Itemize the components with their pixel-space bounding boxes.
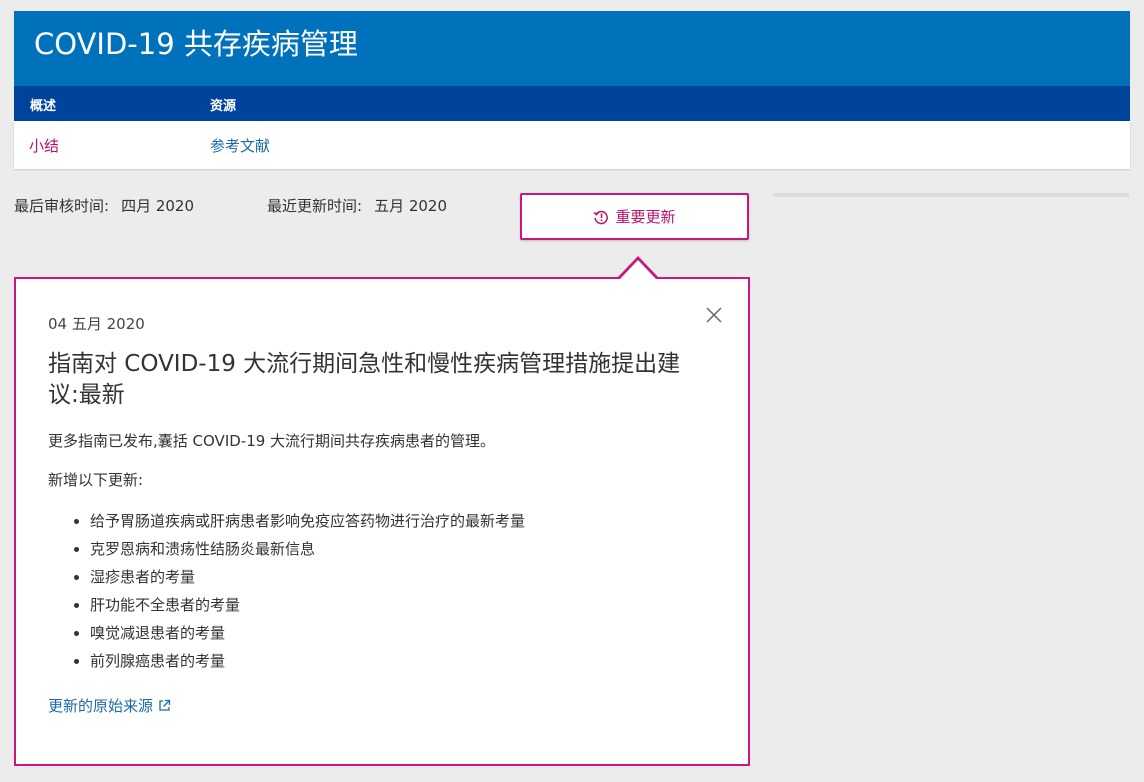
last-updated: 最近更新时间: 五月 2020 xyxy=(267,195,447,216)
list-item: 给予胃肠道疾病或肝病患者影响免疫应答药物进行治疗的最新考量 xyxy=(72,507,525,535)
history-alert-icon xyxy=(593,209,609,225)
subnav-summary[interactable]: 小结 xyxy=(29,135,59,156)
last-reviewed: 最后审核时间: 四月 2020 xyxy=(14,195,194,216)
important-updates-label: 重要更新 xyxy=(615,208,676,226)
list-item: 前列腺癌患者的考量 xyxy=(72,647,525,675)
subnav-references[interactable]: 参考文献 xyxy=(210,135,270,156)
page-header: COVID-19 共存疾病管理 xyxy=(14,11,1130,86)
close-icon[interactable] xyxy=(704,305,724,325)
list-item: 嗅觉减退患者的考量 xyxy=(72,619,525,647)
last-updated-label: 最近更新时间: xyxy=(267,197,363,215)
nav-overview[interactable]: 概述 xyxy=(30,95,56,114)
last-reviewed-label: 最后审核时间: xyxy=(14,197,110,215)
update-description: 更多指南已发布,囊括 COVID-19 大流行期间共存疾病患者的管理。 xyxy=(48,432,496,450)
original-source-label: 更新的原始来源 xyxy=(48,697,154,715)
update-subheading: 新增以下更新: xyxy=(48,471,144,489)
popover-arrow-fill xyxy=(620,260,656,279)
original-source-link[interactable]: 更新的原始来源 xyxy=(48,695,171,716)
secondary-nav: 小结 参考文献 xyxy=(14,121,1130,169)
list-item: 克罗恩病和溃疡性结肠炎最新信息 xyxy=(72,535,525,563)
external-link-icon xyxy=(159,699,171,711)
list-item: 湿疹患者的考量 xyxy=(72,563,525,591)
updates-popover: 04 五月 2020 指南对 COVID-19 大流行期间急性和慢性疾病管理措施… xyxy=(14,277,750,766)
list-item: 肝功能不全患者的考量 xyxy=(72,591,525,619)
primary-nav: 概述 资源 xyxy=(14,86,1130,121)
update-list: 给予胃肠道疾病或肝病患者影响免疫应答药物进行治疗的最新考量 克罗恩病和溃疡性结肠… xyxy=(72,507,525,675)
sidebar-divider xyxy=(773,193,1129,197)
nav-resources[interactable]: 资源 xyxy=(210,95,236,114)
important-updates-button[interactable]: 重要更新 xyxy=(520,193,749,240)
last-updated-value: 五月 2020 xyxy=(374,197,448,215)
update-date: 04 五月 2020 xyxy=(48,315,145,333)
page-title: COVID-19 共存疾病管理 xyxy=(34,27,358,61)
update-title: 指南对 COVID-19 大流行期间急性和慢性疾病管理措施提出建议:最新 xyxy=(48,351,681,408)
last-reviewed-value: 四月 2020 xyxy=(121,197,195,215)
